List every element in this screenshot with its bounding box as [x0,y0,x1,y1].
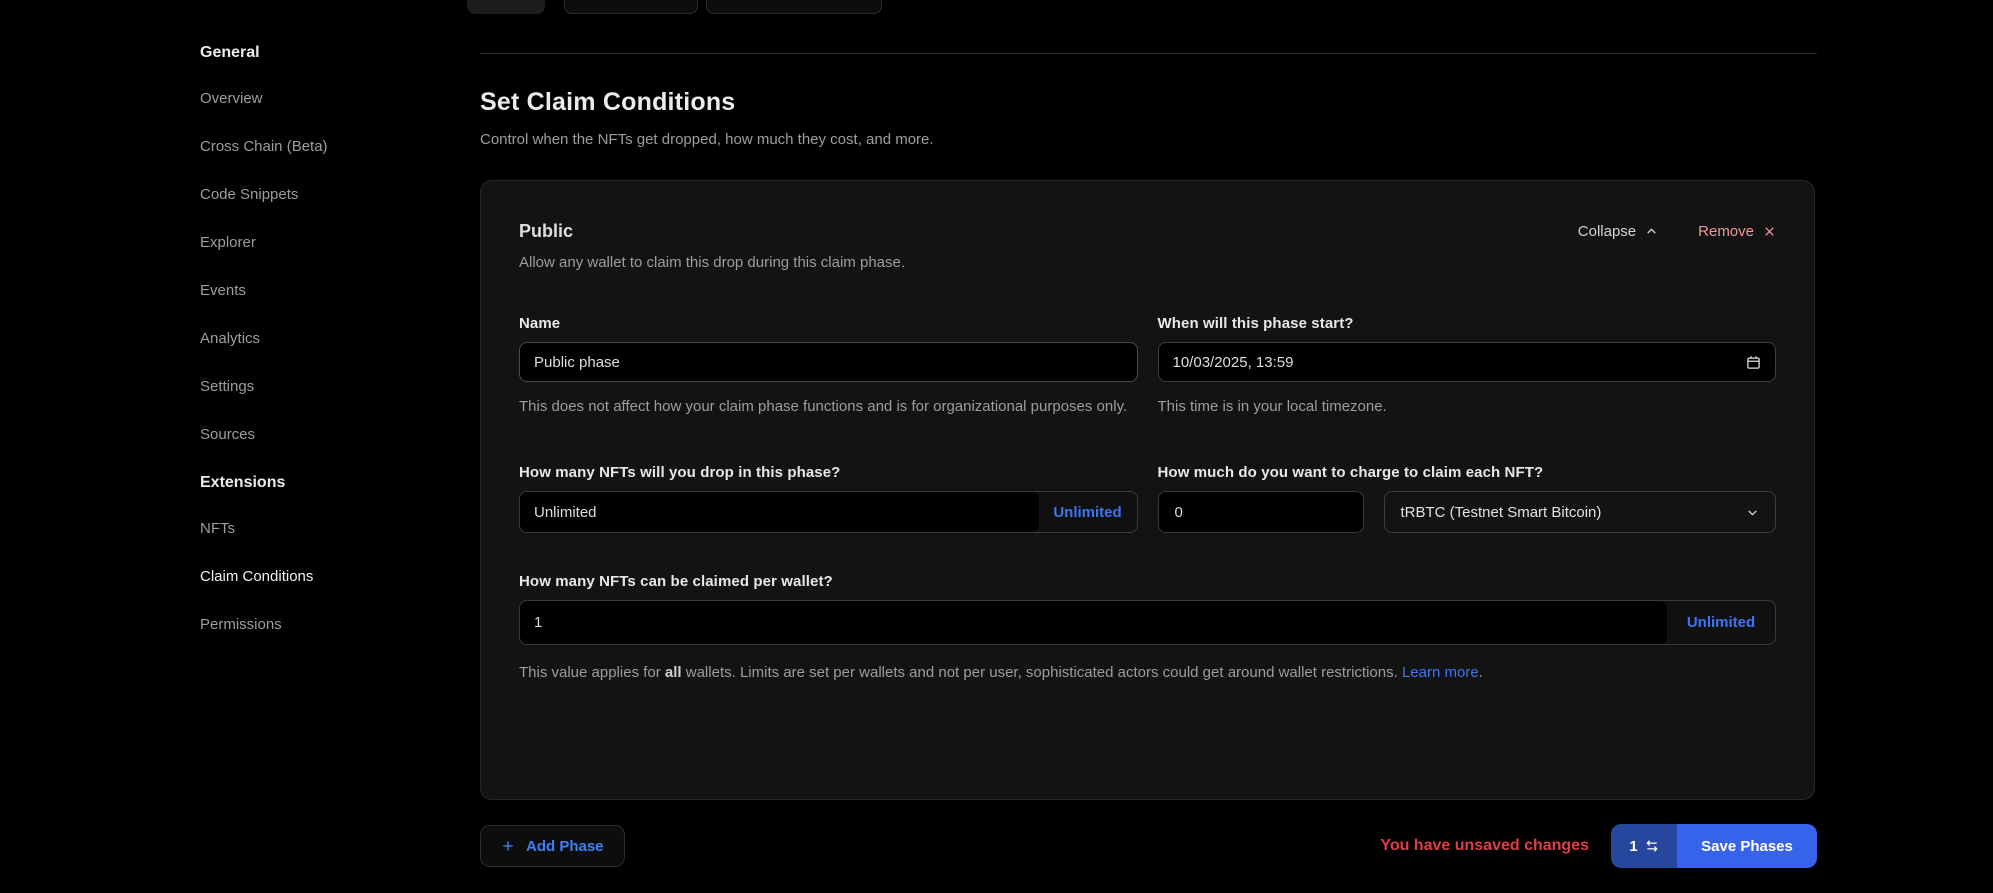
transaction-count: 1 [1629,838,1637,855]
page-subtitle: Control when the NFTs get dropped, how m… [480,131,934,148]
learn-more-link[interactable]: Learn more [1402,664,1479,681]
start-time-field-group: When will this phase start? 10/03/2025, … [1158,315,1777,418]
name-field-group: Name This does not affect how your claim… [519,315,1138,418]
contract-address-label: 0xeDee...F00e9 [602,0,702,2]
phase-description: Allow any wallet to claim this drop duri… [519,254,1776,271]
sidebar-item-analytics[interactable]: Analytics [200,330,430,347]
copy-icon [581,0,594,1]
partial-button[interactable] [467,0,545,14]
supply-input[interactable] [520,492,1039,532]
collapse-button[interactable]: Collapse [1578,223,1658,240]
phases-action-bar: Add Phase You have unsaved changes 1 Sav… [480,824,1817,868]
add-phase-button[interactable]: Add Phase [480,825,625,867]
sidebar-item-events[interactable]: Events [200,282,430,299]
currency-select[interactable]: tRBTC (Testnet Smart Bitcoin) [1384,491,1777,533]
per-wallet-note: This value applies for all wallets. Limi… [519,661,1759,685]
transaction-count-badge[interactable]: 1 [1611,824,1677,868]
phase-title: Public [519,221,573,242]
supply-unlimited-toggle[interactable]: Unlimited [1039,492,1137,532]
sidebar-item-permissions[interactable]: Permissions [200,616,430,633]
sidebar-section-extensions: Extensions NFTs Claim Conditions Permiss… [200,474,430,633]
chevron-up-icon [1645,225,1658,238]
sidebar-item-overview[interactable]: Overview [200,90,430,107]
contract-header-buttons: 0xeDee...F00e9 Rootstock Blockscout [480,0,882,14]
supply-label: How many NFTs will you drop in this phas… [519,464,1138,481]
phase-name-input[interactable] [519,342,1138,382]
timezone-helper-text: This time is in your local timezone. [1158,395,1777,418]
contract-sidebar: General Overview Cross Chain (Beta) Code… [200,44,430,664]
plus-icon [501,839,515,853]
sidebar-item-settings[interactable]: Settings [200,378,430,395]
sidebar-item-sources[interactable]: Sources [200,426,430,443]
add-phase-label: Add Phase [526,838,604,855]
sidebar-item-nfts[interactable]: NFTs [200,520,430,537]
save-phases-button[interactable]: Save Phases [1677,824,1817,868]
sidebar-section-title: General [200,44,430,62]
per-wallet-field-group: How many NFTs can be claimed per wallet?… [519,573,1776,685]
price-input[interactable] [1158,491,1364,533]
name-label: Name [519,315,1138,332]
start-time-label: When will this phase start? [1158,315,1777,332]
per-wallet-label: How many NFTs can be claimed per wallet? [519,573,1776,590]
close-icon [1763,225,1776,238]
external-link-icon [865,0,878,1]
block-explorer-button[interactable]: Rootstock Blockscout [706,0,882,14]
save-phases-button-group: 1 Save Phases [1611,824,1817,868]
collapse-label: Collapse [1578,223,1636,240]
start-time-input[interactable]: 10/03/2025, 13:59 [1158,342,1777,382]
sidebar-item-code-snippets[interactable]: Code Snippets [200,186,430,203]
swap-arrows-icon [1645,839,1659,853]
per-wallet-unlimited-toggle[interactable]: Unlimited [1667,601,1775,644]
note-bold: all [665,664,682,681]
price-field-group: How much do you want to charge to claim … [1158,464,1777,533]
chevron-down-icon [1746,506,1759,519]
name-helper-text: This does not affect how your claim phas… [519,395,1138,418]
section-divider [480,53,1817,54]
contract-address-button[interactable]: 0xeDee...F00e9 [564,0,698,14]
sidebar-item-explorer[interactable]: Explorer [200,234,430,251]
block-explorer-label: Rootstock Blockscout [723,0,857,2]
sidebar-item-cross-chain[interactable]: Cross Chain (Beta) [200,138,430,155]
unsaved-changes-text: You have unsaved changes [1380,837,1589,855]
page-title: Set Claim Conditions [480,88,735,117]
start-time-value: 10/03/2025, 13:59 [1173,354,1294,371]
claim-phase-card: Public Collapse Remove Allow any wallet … [480,180,1815,800]
remove-phase-button[interactable]: Remove [1698,223,1776,240]
currency-selected-value: tRBTC (Testnet Smart Bitcoin) [1401,504,1602,521]
price-label: How much do you want to charge to claim … [1158,464,1777,481]
remove-label: Remove [1698,223,1754,240]
sidebar-section-title: Extensions [200,474,430,492]
calendar-icon[interactable] [1746,355,1761,370]
supply-field-group: How many NFTs will you drop in this phas… [519,464,1138,533]
sidebar-section-general: General Overview Cross Chain (Beta) Code… [200,44,430,443]
sidebar-item-claim-conditions[interactable]: Claim Conditions [200,568,430,585]
claim-conditions-page: 0xeDee...F00e9 Rootstock Blockscout Set … [480,0,1817,893]
per-wallet-input[interactable] [520,601,1667,644]
